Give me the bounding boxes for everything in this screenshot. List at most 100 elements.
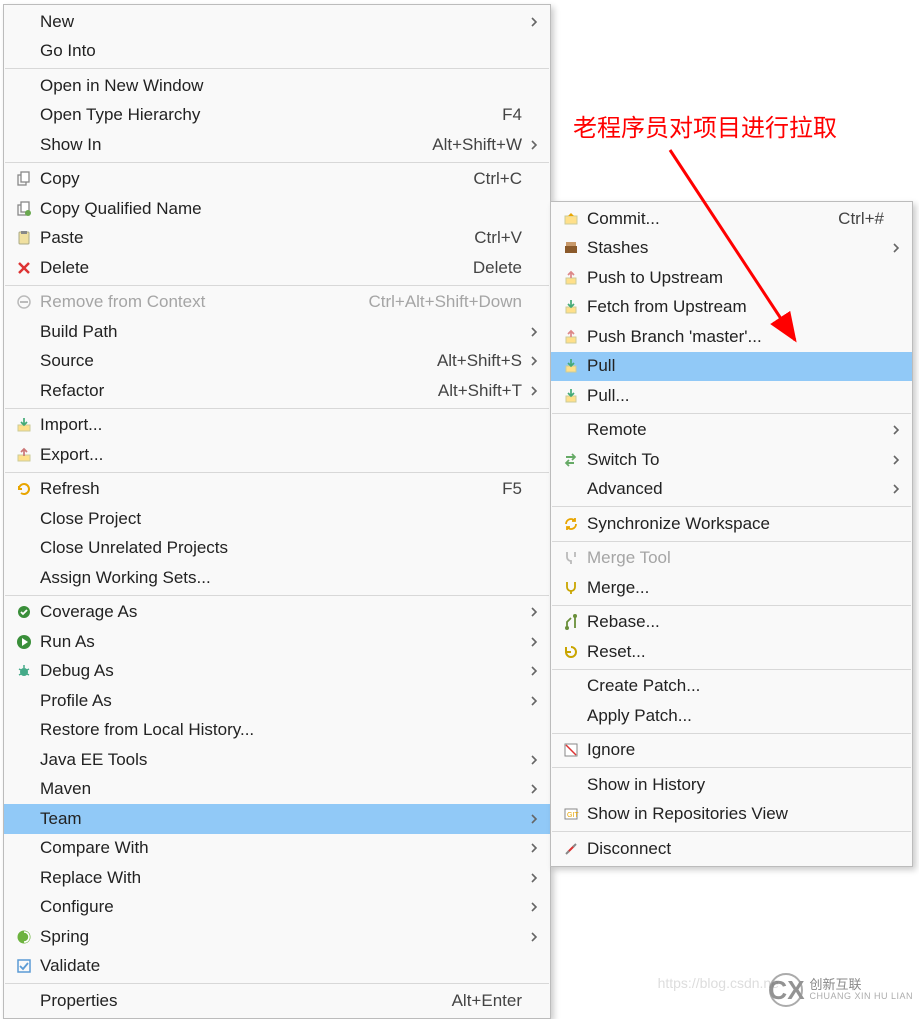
- menu-separator: [5, 162, 549, 163]
- submenu-arrow-icon: [526, 696, 542, 706]
- menu-item-compare-with[interactable]: Compare With: [4, 834, 550, 864]
- menu-item-label: Fetch from Upstream: [585, 297, 884, 317]
- menu-item-restore-from-local-history[interactable]: Restore from Local History...: [4, 716, 550, 746]
- menu-item-disconnect[interactable]: Disconnect: [551, 834, 912, 864]
- menu-item-label: Close Project: [38, 509, 522, 529]
- stash-icon: [557, 240, 585, 256]
- menu-item-debug-as[interactable]: Debug As: [4, 657, 550, 687]
- menu-item-show-in-history[interactable]: Show in History: [551, 770, 912, 800]
- menu-item-merge[interactable]: Merge...: [551, 573, 912, 603]
- menu-item-open-type-hierarchy[interactable]: Open Type HierarchyF4: [4, 101, 550, 131]
- menu-item-spring[interactable]: Spring: [4, 922, 550, 952]
- rebase-icon: [557, 614, 585, 630]
- menu-item-apply-patch[interactable]: Apply Patch...: [551, 701, 912, 731]
- menu-item-assign-working-sets[interactable]: Assign Working Sets...: [4, 563, 550, 593]
- menu-item-show-in[interactable]: Show InAlt+Shift+W: [4, 130, 550, 160]
- merge-tool-icon: [557, 550, 585, 566]
- annotation-text: 老程序员对项目进行拉取: [573, 108, 837, 143]
- menu-item-delete[interactable]: DeleteDelete: [4, 253, 550, 283]
- copy-icon: [10, 171, 38, 187]
- menu-item-copy[interactable]: CopyCtrl+C: [4, 165, 550, 195]
- menu-item-label: Refresh: [38, 479, 502, 499]
- menu-item-open-in-new-window[interactable]: Open in New Window: [4, 71, 550, 101]
- menu-item-java-ee-tools[interactable]: Java EE Tools: [4, 745, 550, 775]
- menu-item-show-in-repositories-view[interactable]: GITShow in Repositories View: [551, 800, 912, 830]
- menu-item-copy-qualified-name[interactable]: Copy Qualified Name: [4, 194, 550, 224]
- menu-item-profile-as[interactable]: Profile As: [4, 686, 550, 716]
- menu-item-build-path[interactable]: Build Path: [4, 317, 550, 347]
- menu-item-pull[interactable]: Pull: [551, 352, 912, 382]
- menu-separator: [552, 506, 911, 507]
- menu-item-replace-with[interactable]: Replace With: [4, 863, 550, 893]
- submenu-arrow-icon: [526, 356, 542, 366]
- watermark-brand: 创新互联: [809, 978, 913, 992]
- menu-item-push-to-upstream[interactable]: Push to Upstream: [551, 263, 912, 293]
- menu-item-new[interactable]: New: [4, 7, 550, 37]
- menu-item-label: New: [38, 12, 522, 32]
- submenu-arrow-icon: [526, 902, 542, 912]
- import-icon: [10, 417, 38, 433]
- menu-item-label: Switch To: [585, 450, 884, 470]
- disconnect-icon: [557, 841, 585, 857]
- submenu-arrow-icon: [526, 784, 542, 794]
- menu-item-synchronize-workspace[interactable]: Synchronize Workspace: [551, 509, 912, 539]
- menu-item-rebase[interactable]: Rebase...: [551, 608, 912, 638]
- menu-item-label: Ignore: [585, 740, 884, 760]
- menu-item-refactor[interactable]: RefactorAlt+Shift+T: [4, 376, 550, 406]
- menu-item-label: Team: [38, 809, 522, 829]
- menu-item-label: Remove from Context: [38, 292, 368, 312]
- menu-item-label: Merge Tool: [585, 548, 884, 568]
- menu-item-pull[interactable]: Pull...: [551, 381, 912, 411]
- menu-item-properties[interactable]: PropertiesAlt+Enter: [4, 986, 550, 1016]
- menu-item-fetch-from-upstream[interactable]: Fetch from Upstream: [551, 293, 912, 323]
- menu-item-advanced[interactable]: Advanced: [551, 475, 912, 505]
- submenu-arrow-icon: [526, 873, 542, 883]
- menu-item-paste[interactable]: PasteCtrl+V: [4, 224, 550, 254]
- submenu-arrow-icon: [526, 386, 542, 396]
- menu-item-maven[interactable]: Maven: [4, 775, 550, 805]
- menu-separator: [552, 669, 911, 670]
- fetch-upstream-icon: [557, 299, 585, 315]
- menu-item-close-unrelated-projects[interactable]: Close Unrelated Projects: [4, 534, 550, 564]
- menu-item-reset[interactable]: Reset...: [551, 637, 912, 667]
- menu-item-source[interactable]: SourceAlt+Shift+S: [4, 347, 550, 377]
- menu-item-stashes[interactable]: Stashes: [551, 234, 912, 264]
- submenu-arrow-icon: [526, 843, 542, 853]
- menu-item-label: Push Branch 'master'...: [585, 327, 884, 347]
- menu-item-validate[interactable]: Validate: [4, 952, 550, 982]
- submenu-arrow-icon: [526, 637, 542, 647]
- menu-item-team[interactable]: Team: [4, 804, 550, 834]
- menu-item-label: Import...: [38, 415, 522, 435]
- menu-item-switch-to[interactable]: Switch To: [551, 445, 912, 475]
- menu-item-label: Spring: [38, 927, 522, 947]
- menu-item-push-branch-master[interactable]: Push Branch 'master'...: [551, 322, 912, 352]
- watermark-logo-badge: CX: [769, 973, 803, 1007]
- menu-item-import[interactable]: Import...: [4, 411, 550, 441]
- menu-item-run-as[interactable]: Run As: [4, 627, 550, 657]
- menu-item-shortcut: Ctrl+V: [474, 228, 526, 248]
- menu-item-refresh[interactable]: RefreshF5: [4, 475, 550, 505]
- submenu-arrow-icon: [888, 484, 904, 494]
- submenu-arrow-icon: [888, 243, 904, 253]
- menu-item-go-into[interactable]: Go Into: [4, 37, 550, 67]
- team-submenu: Commit...Ctrl+#Stashes Push to Upstream Fe…: [550, 201, 913, 867]
- menu-item-label: Push to Upstream: [585, 268, 884, 288]
- menu-item-remote[interactable]: Remote: [551, 416, 912, 446]
- menu-item-shortcut: Alt+Shift+T: [438, 381, 526, 401]
- submenu-arrow-icon: [526, 666, 542, 676]
- submenu-arrow-icon: [526, 814, 542, 824]
- menu-item-configure[interactable]: Configure: [4, 893, 550, 923]
- menu-item-ignore[interactable]: Ignore: [551, 736, 912, 766]
- repos-view-icon: GIT: [557, 806, 585, 822]
- menu-item-commit[interactable]: Commit...Ctrl+#: [551, 204, 912, 234]
- menu-separator: [552, 767, 911, 768]
- menu-item-close-project[interactable]: Close Project: [4, 504, 550, 534]
- menu-item-export[interactable]: Export...: [4, 440, 550, 470]
- menu-item-label: Refactor: [38, 381, 438, 401]
- menu-item-shortcut: Ctrl+Alt+Shift+Down: [368, 292, 526, 312]
- menu-item-label: Assign Working Sets...: [38, 568, 522, 588]
- svg-text:GIT: GIT: [567, 812, 579, 819]
- menu-item-label: Java EE Tools: [38, 750, 522, 770]
- menu-item-coverage-as[interactable]: Coverage As: [4, 598, 550, 628]
- menu-item-create-patch[interactable]: Create Patch...: [551, 672, 912, 702]
